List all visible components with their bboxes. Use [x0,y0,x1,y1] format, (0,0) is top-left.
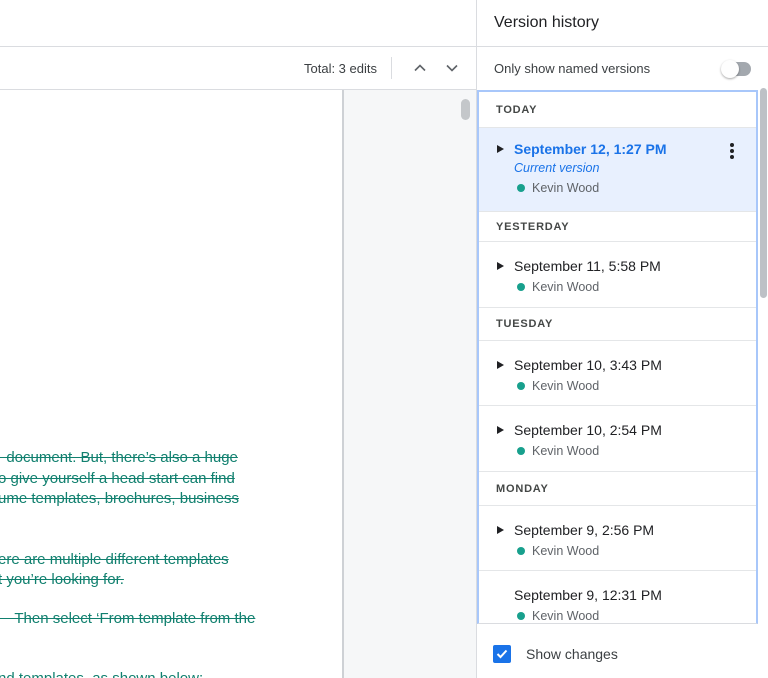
author-dot-icon [517,612,525,620]
suggested-deletion-text: o give yourself a head start can find [0,470,235,487]
expand-arrow-icon[interactable] [497,426,504,434]
expand-arrow-icon[interactable] [497,262,504,270]
section-header-yesterday: YESTERDAY [479,212,756,242]
version-author: Kevin Wood [517,609,742,623]
author-dot-icon [517,447,525,455]
version-item[interactable]: September 11, 5:58 PM Kevin Wood [479,242,756,308]
section-header-tuesday: TUESDAY [479,308,756,341]
only-named-versions-toggle[interactable] [721,59,751,79]
suggested-deletion-text: document. But, there’s also a huge [0,449,238,466]
show-changes-row: Show changes [477,624,768,678]
version-author: Kevin Wood [517,181,742,195]
only-named-versions-row: Only show named versions [477,47,768,90]
panel-scrollbar[interactable] [760,88,767,298]
author-dot-icon [517,283,525,291]
previous-edit-button[interactable] [408,56,432,80]
document-scrollbar[interactable] [461,99,470,120]
version-author: Kevin Wood [517,444,742,458]
author-name: Kevin Wood [532,444,600,458]
section-header-today: TODAY [479,92,756,128]
version-item[interactable]: September 9, 2:56 PM Kevin Wood [479,506,756,571]
author-dot-icon [517,547,525,555]
version-item-current[interactable]: September 12, 1:27 PM Current version Ke… [479,128,756,212]
version-item[interactable]: September 9, 12:31 PM Kevin Wood [479,571,756,623]
panel-title: Version history [494,14,599,31]
only-named-versions-label: Only show named versions [494,61,651,76]
version-author: Kevin Wood [517,379,742,393]
suggested-deletion-text: nd templates, as shown below: [0,668,203,678]
edits-summary-bar: Total: 3 edits [0,47,476,90]
next-edit-button[interactable] [440,56,464,80]
version-title[interactable]: September 10, 3:43 PM [514,357,742,373]
version-title[interactable]: September 9, 12:31 PM [514,587,742,603]
suggested-deletion-text: t you’re looking for. [0,571,124,588]
document-region: Total: 3 edits document. But, there’s al… [0,0,476,678]
show-changes-checkbox[interactable] [493,645,511,663]
chevron-up-icon [414,64,426,72]
section-label: TODAY [496,103,538,116]
more-options-button[interactable] [723,140,741,162]
toggle-knob [721,59,739,78]
version-history-panel: Version history Only show named versions… [476,0,768,678]
version-title[interactable]: September 10, 2:54 PM [514,422,742,438]
version-item[interactable]: September 10, 2:54 PM Kevin Wood [479,406,756,472]
suggested-deletion-text: Then select ‘From template from the [0,610,256,627]
author-dot-icon [517,184,525,192]
show-changes-label: Show changes [526,646,618,662]
divider [391,57,392,79]
expand-arrow-icon[interactable] [497,145,504,153]
section-label: YESTERDAY [496,220,570,233]
checkmark-icon [496,649,508,659]
version-title[interactable]: September 9, 2:56 PM [514,522,742,538]
expand-arrow-icon[interactable] [497,361,504,369]
author-name: Kevin Wood [532,280,600,294]
version-title[interactable]: September 12, 1:27 PM [514,141,742,157]
toolbar-blank-area [0,0,476,47]
section-label: MONDAY [496,482,549,495]
kebab-dot [730,149,734,153]
google-docs-version-history-screen: Total: 3 edits document. But, there’s al… [0,0,768,678]
author-dot-icon [517,382,525,390]
author-name: Kevin Wood [532,609,600,623]
author-name: Kevin Wood [532,379,600,393]
author-name: Kevin Wood [532,181,600,195]
section-header-monday: MONDAY [479,472,756,506]
current-version-label: Current version [514,161,600,175]
kebab-dot [730,155,734,159]
chevron-down-icon [446,64,458,72]
total-edits-label: Total: 3 edits [304,60,377,76]
expand-arrow-icon[interactable] [497,526,504,534]
suggested-deletion-text: ere are multiple different templates [0,551,229,568]
version-author: Kevin Wood [517,280,742,294]
version-title[interactable]: September 11, 5:58 PM [514,258,742,274]
document-canvas[interactable]: document. But, there’s also a huge o giv… [0,90,476,678]
section-label: TUESDAY [496,318,554,330]
author-name: Kevin Wood [532,544,600,558]
version-item[interactable]: September 10, 3:43 PM Kevin Wood [479,341,756,406]
kebab-dot [730,143,734,147]
panel-header: Version history [477,0,768,47]
suggested-deletion-text: ume templates, brochures, business [0,490,239,507]
version-list[interactable]: TODAY September 12, 1:27 PM Current vers… [477,90,758,624]
version-author: Kevin Wood [517,544,742,558]
